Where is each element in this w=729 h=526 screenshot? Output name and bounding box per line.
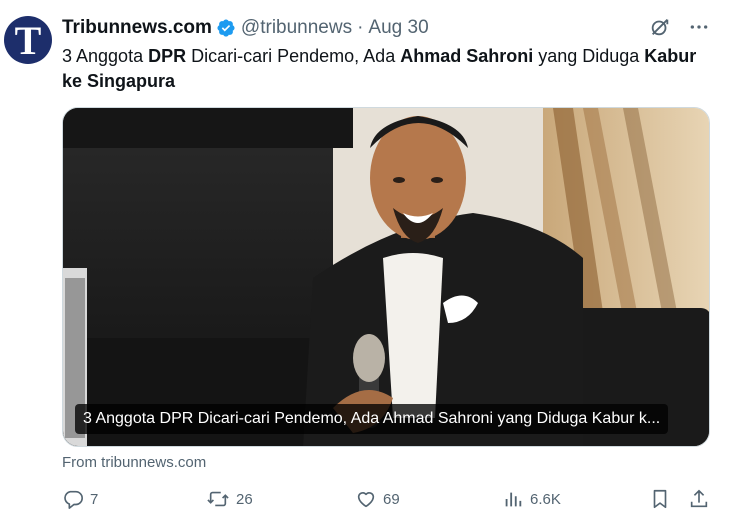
- bookmark-button[interactable]: [649, 488, 677, 510]
- views-count: 6.6K: [530, 490, 561, 508]
- tweet-text-bold: DPR: [148, 46, 187, 66]
- top-actions: [649, 16, 709, 38]
- separator-dot: ·: [357, 17, 364, 38]
- reply-count: 7: [90, 490, 99, 508]
- reply-icon: [64, 490, 83, 509]
- card-caption: 3 Anggota DPR Dicari-cari Pendemo, Ada A…: [75, 404, 669, 434]
- bookmark-icon: [653, 489, 667, 509]
- repost-icon: [207, 491, 229, 507]
- tweet-text: 3 Anggota DPR Dicari-cari Pendemo, Ada A…: [62, 44, 702, 94]
- card-source[interactable]: From tribunnews.com: [62, 454, 206, 471]
- repost-count: 26: [236, 490, 253, 508]
- share-icon: [690, 489, 708, 508]
- repost-button[interactable]: 26: [206, 488, 253, 510]
- tweet-actions: 7 26 69 6.6K: [62, 488, 716, 514]
- avatar[interactable]: T: [4, 16, 52, 64]
- views-button[interactable]: 6.6K: [502, 488, 561, 510]
- views-icon: [505, 492, 522, 507]
- account-handle[interactable]: @tribunnews: [241, 17, 352, 39]
- tweet-text-bold: Ahmad Sahroni: [400, 46, 534, 66]
- like-icon: [357, 492, 375, 508]
- reply-button[interactable]: 7: [62, 488, 98, 510]
- share-button[interactable]: [688, 488, 716, 510]
- link-card[interactable]: 3 Anggota DPR Dicari-cari Pendemo, Ada A…: [62, 107, 710, 447]
- tweet-header: Tribunnews.com @tribunnews · Aug 30: [62, 17, 429, 39]
- tweet-date[interactable]: Aug 30: [368, 17, 428, 39]
- verified-badge-icon: [217, 19, 235, 37]
- like-count: 69: [383, 490, 400, 508]
- tweet-text-part: 3 Anggota: [62, 46, 149, 66]
- card-photo: [63, 108, 709, 446]
- tweet-text-part: yang Diduga: [533, 46, 645, 66]
- avatar-logo-letter: T: [14, 18, 42, 63]
- account-name[interactable]: Tribunnews.com: [62, 17, 212, 39]
- tweet-text-part: Dicari-cari Pendemo, Ada: [186, 46, 401, 66]
- grok-icon[interactable]: [649, 16, 671, 38]
- more-icon[interactable]: [689, 17, 709, 37]
- like-button[interactable]: 69: [355, 488, 400, 510]
